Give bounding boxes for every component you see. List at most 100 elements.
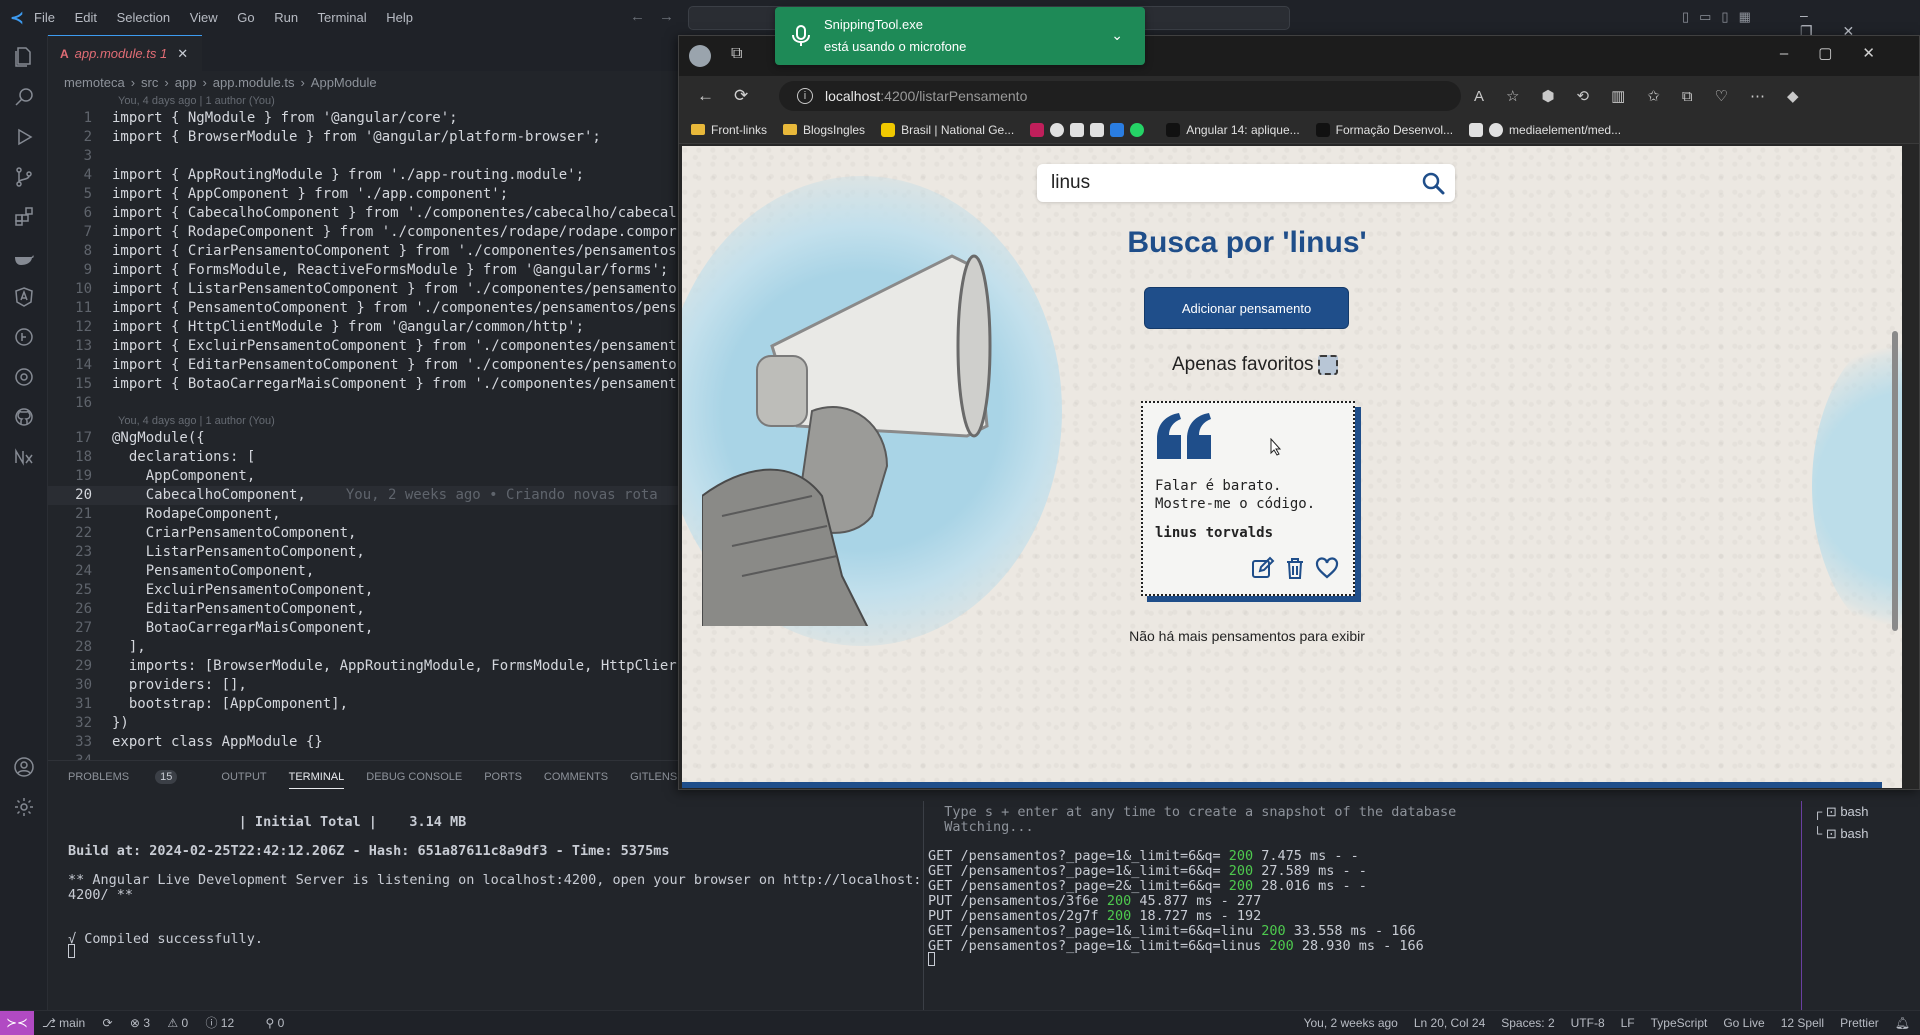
bookmark-folder[interactable]: Front-links — [691, 123, 767, 137]
tab-actions-icon[interactable]: ⧉ — [731, 45, 742, 63]
code-line[interactable]: 29 imports: [BrowserModule, AppRoutingMo… — [48, 657, 678, 676]
code-line[interactable]: 18 declarations: [ — [48, 448, 678, 467]
microphone-in-use-notification[interactable]: SnippingTool.exe está usando o microfone… — [775, 7, 1145, 65]
gitlens-icon[interactable] — [0, 315, 48, 359]
angular-icon[interactable] — [0, 275, 48, 319]
tab-app-module[interactable]: A app.module.ts 1 ✕ — [48, 35, 203, 71]
tab-problems[interactable]: PROBLEMS 15 — [68, 770, 199, 784]
account-icon[interactable] — [0, 745, 48, 789]
page-scrollbar[interactable] — [1892, 156, 1898, 776]
docker-icon[interactable] — [0, 235, 48, 279]
search-icon[interactable] — [0, 75, 48, 119]
search-icon[interactable] — [1421, 171, 1445, 195]
menu-view[interactable]: View — [190, 10, 218, 25]
bookmark-folder[interactable]: BlogsIngles — [783, 123, 865, 137]
tab-terminal[interactable]: TERMINAL — [288, 771, 345, 789]
nav-arrows[interactable]: ←→ — [630, 8, 688, 25]
tab-gitlens[interactable]: GITLENS — [630, 771, 677, 783]
go-live-button[interactable]: Go Live — [1723, 1016, 1764, 1030]
code-line[interactable]: 11 import { PensamentoComponent } from '.… — [48, 299, 678, 318]
code-line[interactable]: 23 ListarPensamentoComponent, — [48, 543, 678, 562]
code-line[interactable]: 26 EditarPensamentoComponent, — [48, 600, 678, 619]
back-refresh-buttons[interactable]: ←⟳ — [697, 86, 768, 106]
menu-run[interactable]: Run — [274, 10, 298, 25]
encoding[interactable]: UTF-8 — [1571, 1016, 1605, 1030]
bookmark-link[interactable]: Brasil | National Ge... — [881, 122, 1014, 137]
remote-indicator-icon[interactable]: ≻≺ — [0, 1010, 34, 1035]
breadcrumb-item[interactable]: app — [175, 75, 197, 90]
code-line[interactable]: 1 import { NgModule } from '@angular/core… — [48, 109, 678, 128]
settings-gear-icon[interactable] — [0, 785, 48, 829]
terminal-json-server[interactable]: Type s + enter at any time to create a s… — [928, 803, 1828, 966]
line-ending[interactable]: LF — [1621, 1016, 1635, 1030]
code-line[interactable]: 14 import { EditarPensamentoComponent } f… — [48, 356, 678, 375]
menu-terminal[interactable]: Terminal — [318, 10, 367, 25]
terminal-list-item[interactable]: └ ⊡ bash — [1813, 823, 1869, 845]
tab-debug-console[interactable]: DEBUG CONSOLE — [366, 771, 462, 783]
indentation[interactable]: Spaces: 2 — [1501, 1016, 1554, 1030]
breadcrumb-item[interactable]: AppModule — [311, 75, 377, 90]
code-line[interactable]: 10 import { ListarPensamentoComponent } f… — [48, 280, 678, 299]
breadcrumb-item[interactable]: app.module.ts — [213, 75, 295, 90]
code-line[interactable]: 22 CriarPensamentoComponent, — [48, 524, 678, 543]
tab-output[interactable]: OUTPUT — [221, 771, 266, 783]
code-line[interactable]: 6 import { CabecalhoComponent } from './c… — [48, 204, 678, 223]
code-line[interactable]: 33 export class AppModule {} — [48, 733, 678, 752]
favorites-checkbox[interactable] — [1317, 355, 1338, 375]
branch-status[interactable]: ⎇ main ⟳ — [42, 1016, 113, 1030]
prettier-status[interactable]: Prettier — [1840, 1016, 1879, 1030]
run-debug-icon[interactable] — [0, 115, 48, 159]
code-line[interactable]: 31 bootstrap: [AppComponent], — [48, 695, 678, 714]
remote-icon[interactable] — [0, 355, 48, 399]
terminal-divider[interactable] — [923, 801, 924, 1011]
menu-go[interactable]: Go — [237, 10, 254, 25]
browser-window-controls[interactable]: –▢✕ — [1780, 44, 1905, 62]
layout-controls[interactable]: ▯▭▯▦ — [1682, 9, 1761, 25]
code-line[interactable]: 12 import { HttpClientModule } from '@ang… — [48, 318, 678, 337]
language-mode[interactable]: TypeScript — [1651, 1016, 1708, 1030]
edit-icon[interactable] — [1251, 556, 1275, 580]
cursor-position[interactable]: Ln 20, Col 24 — [1414, 1016, 1485, 1030]
code-line[interactable]: 25 ExcluirPensamentoComponent, — [48, 581, 678, 600]
code-line[interactable]: 13 import { ExcluirPensamentoComponent } … — [48, 337, 678, 356]
bookmark-link[interactable]: Angular 14: aplique... — [1166, 122, 1300, 137]
trash-icon[interactable] — [1283, 556, 1307, 580]
nx-console-icon[interactable] — [0, 435, 48, 479]
site-info-icon[interactable]: i — [797, 88, 813, 104]
code-line[interactable]: 8 import { CriarPensamentoComponent } fro… — [48, 242, 678, 261]
menu-file[interactable]: File — [34, 10, 55, 25]
notifications-bell-icon[interactable]: 🔔︎ — [1895, 1016, 1910, 1030]
code-line[interactable]: 28 ], — [48, 638, 678, 657]
code-line[interactable]: 30 providers: [], — [48, 676, 678, 695]
code-line[interactable]: 27 BotaoCarregarMaisComponent, — [48, 619, 678, 638]
url-field[interactable]: i localhost:4200/listarPensamento — [779, 81, 1461, 111]
code-area[interactable]: You, 4 days ago | 1 author (You) 1 import… — [48, 93, 678, 760]
code-line[interactable]: 24 PensamentoComponent, — [48, 562, 678, 581]
github-icon[interactable] — [0, 395, 48, 439]
explorer-icon[interactable] — [0, 35, 48, 79]
menu-help[interactable]: Help — [386, 10, 413, 25]
code-line[interactable]: 20 CabecalhoComponent, You, 2 weeks ago •… — [48, 486, 678, 505]
bookmark-link[interactable]: mediaelement/med... — [1469, 122, 1621, 137]
code-line[interactable]: 17 @NgModule({ — [48, 429, 678, 448]
code-line[interactable]: 2 import { BrowserModule } from '@angular… — [48, 128, 678, 147]
blame-status[interactable]: You, 2 weeks ago — [1304, 1016, 1398, 1030]
menu-selection[interactable]: Selection — [117, 10, 170, 25]
code-line[interactable]: 21 RodapeComponent, — [48, 505, 678, 524]
code-line[interactable]: 9 import { FormsModule, ReactiveFormsModu… — [48, 261, 678, 280]
tab-ports[interactable]: PORTS — [484, 771, 522, 783]
extensions-icon[interactable] — [0, 195, 48, 239]
chevron-down-icon[interactable]: ⌄ — [1111, 27, 1123, 44]
profile-avatar[interactable] — [689, 45, 711, 67]
problems-status[interactable]: ⊗ 3 ⚠ 0 ⓘ 12 — [130, 1016, 248, 1030]
code-line[interactable]: 3 — [48, 147, 678, 166]
code-line[interactable]: 15 import { BotaoCarregarMaisComponent } … — [48, 375, 678, 394]
code-line[interactable]: 7 import { RodapeComponent } from './comp… — [48, 223, 678, 242]
code-line[interactable]: 4 import { AppRoutingModule } from './app… — [48, 166, 678, 185]
favorite-heart-icon[interactable] — [1315, 556, 1339, 580]
menu-edit[interactable]: Edit — [75, 10, 97, 25]
scrollbar-thumb[interactable] — [1892, 331, 1898, 631]
terminal-list-divider[interactable] — [1801, 801, 1802, 1011]
close-icon[interactable]: ✕ — [177, 46, 188, 62]
terminal-list-item[interactable]: ┌ ⊡ bash — [1813, 801, 1869, 823]
